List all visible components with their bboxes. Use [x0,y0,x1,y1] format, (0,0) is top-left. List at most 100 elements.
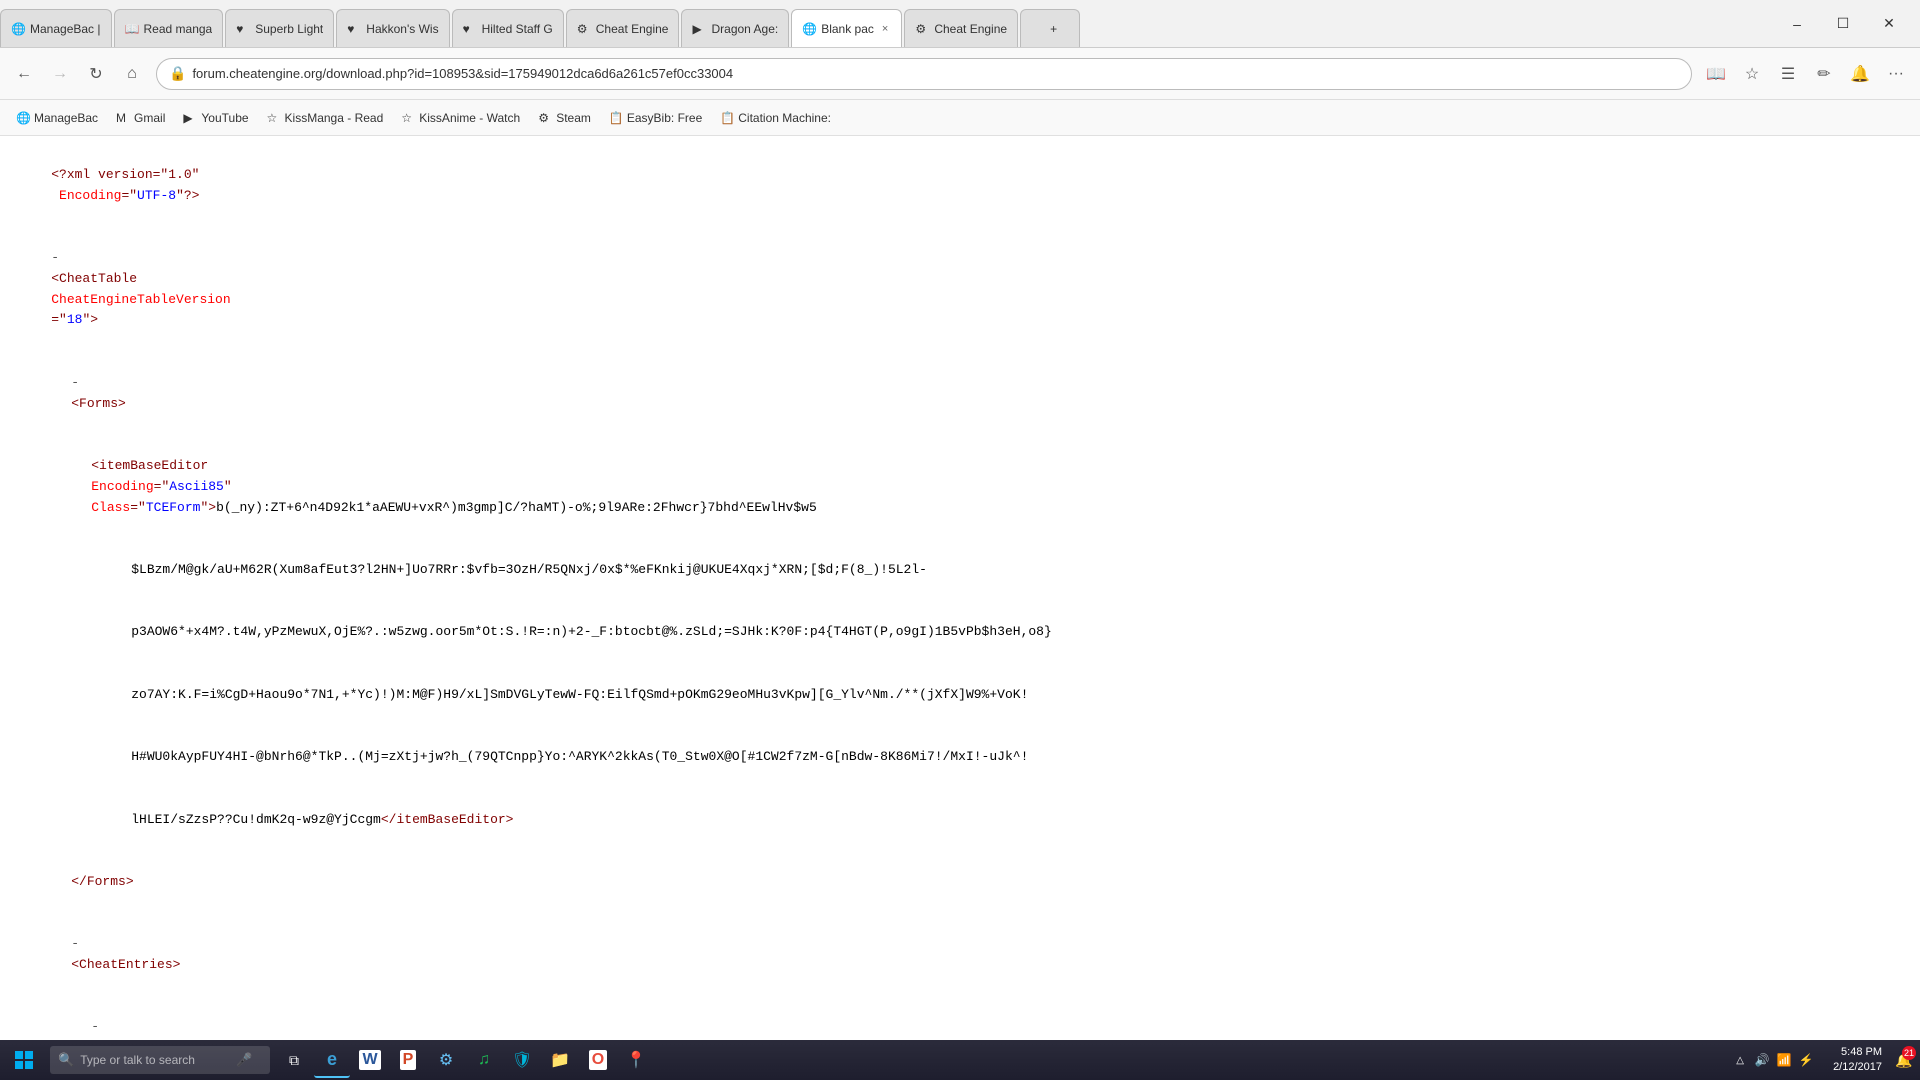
spotify-icon: ♫ [478,1051,490,1069]
home-button[interactable]: ⌂ [116,58,148,90]
bookmark-gmail[interactable]: MGmail [108,108,173,128]
minimize-button[interactable]: – [1774,0,1820,48]
bookmark-kissanime---watch[interactable]: ☆KissAnime - Watch [393,108,528,128]
taskbar-defender[interactable]: 🛡 [504,1042,540,1078]
encoded-line-3: p3AOW6*+x4M?.t4W,yPzMewuX,OjE%?.:w5zwg.o… [100,602,1900,664]
tab-manga[interactable]: 📖Read manga [114,9,224,47]
notes-button[interactable]: ✏ [1808,58,1840,90]
search-input[interactable] [80,1053,230,1067]
tab-managebac-favicon: 🌐 [11,22,25,36]
bookmark-label: Steam [556,111,591,125]
taskbar-maps[interactable]: 📍 [618,1042,654,1078]
tab-new[interactable]: + [1020,9,1080,47]
taskbar-edge[interactable]: e [314,1042,350,1078]
taskbar-office[interactable]: O [580,1042,616,1078]
tab-cheat2[interactable]: ⚙Cheat Engine [904,9,1018,47]
tab-cheat1[interactable]: ⚙Cheat Engine [566,9,680,47]
back-button[interactable]: ← [8,58,40,90]
notifications-button[interactable]: 🔔 [1844,58,1876,90]
tray-volume[interactable]: 🔊 [1753,1051,1771,1069]
reading-view-button[interactable]: 📖 [1700,58,1732,90]
tab-dragon-favicon: ▶ [692,22,706,36]
tab-new-favicon [1031,22,1045,36]
tab-hilted-label: Hilted Staff G [482,22,553,36]
tab-dragon-label: Dragon Age: [711,22,778,36]
taskbar-powerpoint[interactable]: P [390,1042,426,1078]
search-icon: 🔍 [58,1052,74,1068]
more-button[interactable]: ··· [1880,58,1912,90]
favorites-button[interactable]: ☆ [1736,58,1768,90]
edge-icon: e [327,1049,337,1070]
bookmark-label: Citation Machine: [738,111,831,125]
taskbar: 🔍 🎤 ⧉ e W P ⚙ ♫ 🛡 📁 O 📍 △ 🔊 📶 ⚡ 5:48 PM … [0,1040,1920,1080]
bookmark-icon: 📋 [609,111,623,125]
tab-hakkon-label: Hakkon's Wis [366,22,438,36]
tab-dragon[interactable]: ▶ Dragon Age: [681,9,789,47]
tray-network[interactable]: 📶 [1775,1051,1793,1069]
office-icon: O [589,1050,607,1070]
tab-blank[interactable]: 🌐Blank pac× [791,9,902,47]
maximize-button[interactable]: ☐ [1820,0,1866,48]
encoded-line-4: zo7AY:K.F=i%CgD+Haou9o*7N1,+*Yc)!)M:M@F)… [100,664,1900,726]
tab-managebac-label: ManageBac | [30,22,101,36]
cheat-table-open: - <CheatTable CheatEngineTableVersion ="… [20,227,1900,352]
close-button[interactable]: ✕ [1866,0,1912,48]
encoded-line-2: $LBzm/M@gk/aU+M62R(Xum8afEut3?l2HN+]Uo7R… [100,539,1900,601]
tray-expand[interactable]: △ [1731,1051,1749,1069]
bookmark-icon: ☆ [401,111,415,125]
bookmark-icon: ▶ [183,111,197,125]
bookmark-icon: ☆ [267,111,281,125]
tab-hakkon[interactable]: ♥ Hakkon's Wis [336,9,449,47]
taskbar-word[interactable]: W [352,1042,388,1078]
xml-header: <?xml version="1.0" Encoding="UTF-8"?> [20,144,1900,227]
tab-superb[interactable]: ♥Superb Light [225,9,334,47]
tab-new-label: + [1050,22,1069,36]
bookmark-label: KissManga - Read [285,111,384,125]
tab-managebac[interactable]: 🌐 ManageBac | [0,9,112,47]
tab-blank-close[interactable]: × [879,22,891,36]
tab-superb-label: Superb Light [255,22,323,36]
forms-close: </Forms> [40,851,1900,913]
taskbar-explorer[interactable]: 📁 [542,1042,578,1078]
bookmark-citation-machine:[interactable]: 📋Citation Machine: [712,108,839,128]
bookmark-icon: M [116,111,130,125]
bookmark-easybib:-free[interactable]: 📋 EasyBib: Free [601,108,710,128]
encoded-line-5: H#WU0kAypFUY4HI-@bNrh6@*TkP..(Mj=zXtj+jw… [100,726,1900,788]
bookmark-label: YouTube [201,111,248,125]
notifications-area[interactable]: 🔔 21 [1892,1042,1916,1078]
ppt-icon: P [400,1050,417,1070]
clock[interactable]: 5:48 PM 2/12/2017 [1825,1045,1890,1076]
taskbar-steam[interactable]: ⚙ [428,1042,464,1078]
refresh-button[interactable]: ↻ [80,58,112,90]
titlebar: 🌐 ManageBac | 📖Read manga♥Superb Light ♥ Hak… [0,0,1920,48]
nav-extras: 📖 ☆ ☰ ✏ 🔔 ··· [1700,58,1912,90]
address-bar[interactable]: 🔒 [156,58,1692,90]
window-controls: – ☐ ✕ [1766,0,1920,47]
taskbar-spotify[interactable]: ♫ [466,1042,502,1078]
tab-blank-favicon: 🌐 [802,22,816,36]
forms-open: - <Forms> [40,352,1900,435]
bookmark-steam[interactable]: ⚙Steam [530,108,599,128]
bookmark-youtube[interactable]: ▶ YouTube [175,108,256,128]
bookmark-label: ManageBac [34,111,98,125]
bookmark-kissmanga---read[interactable]: ☆ KissManga - Read [259,108,392,128]
task-view-button[interactable]: ⧉ [276,1042,312,1078]
cheat-entries-open: - <CheatEntries> [40,913,1900,996]
tray-power[interactable]: ⚡ [1797,1051,1815,1069]
hub-button[interactable]: ☰ [1772,58,1804,90]
start-button[interactable] [4,1042,44,1078]
navbar: ← → ↻ ⌂ 🔒 📖 ☆ ☰ ✏ 🔔 ··· [0,48,1920,100]
bookmark-label: EasyBib: Free [627,111,702,125]
tab-hilted[interactable]: ♥Hilted Staff G [452,9,564,47]
taskbar-search[interactable]: 🔍 🎤 [50,1046,270,1074]
bookmark-managebac[interactable]: 🌐ManageBac [8,108,106,128]
lock-icon: 🔒 [169,65,186,82]
clock-date: 2/12/2017 [1833,1060,1882,1075]
forward-button[interactable]: → [44,58,76,90]
tab-hakkon-favicon: ♥ [347,22,361,36]
tabs-area: 🌐 ManageBac | 📖Read manga♥Superb Light ♥ Hak… [0,0,1766,47]
tab-cheat2-favicon: ⚙ [915,22,929,36]
url-input[interactable] [192,66,1679,81]
tab-manga-label: Read manga [144,22,213,36]
task-view-icon: ⧉ [289,1052,299,1069]
